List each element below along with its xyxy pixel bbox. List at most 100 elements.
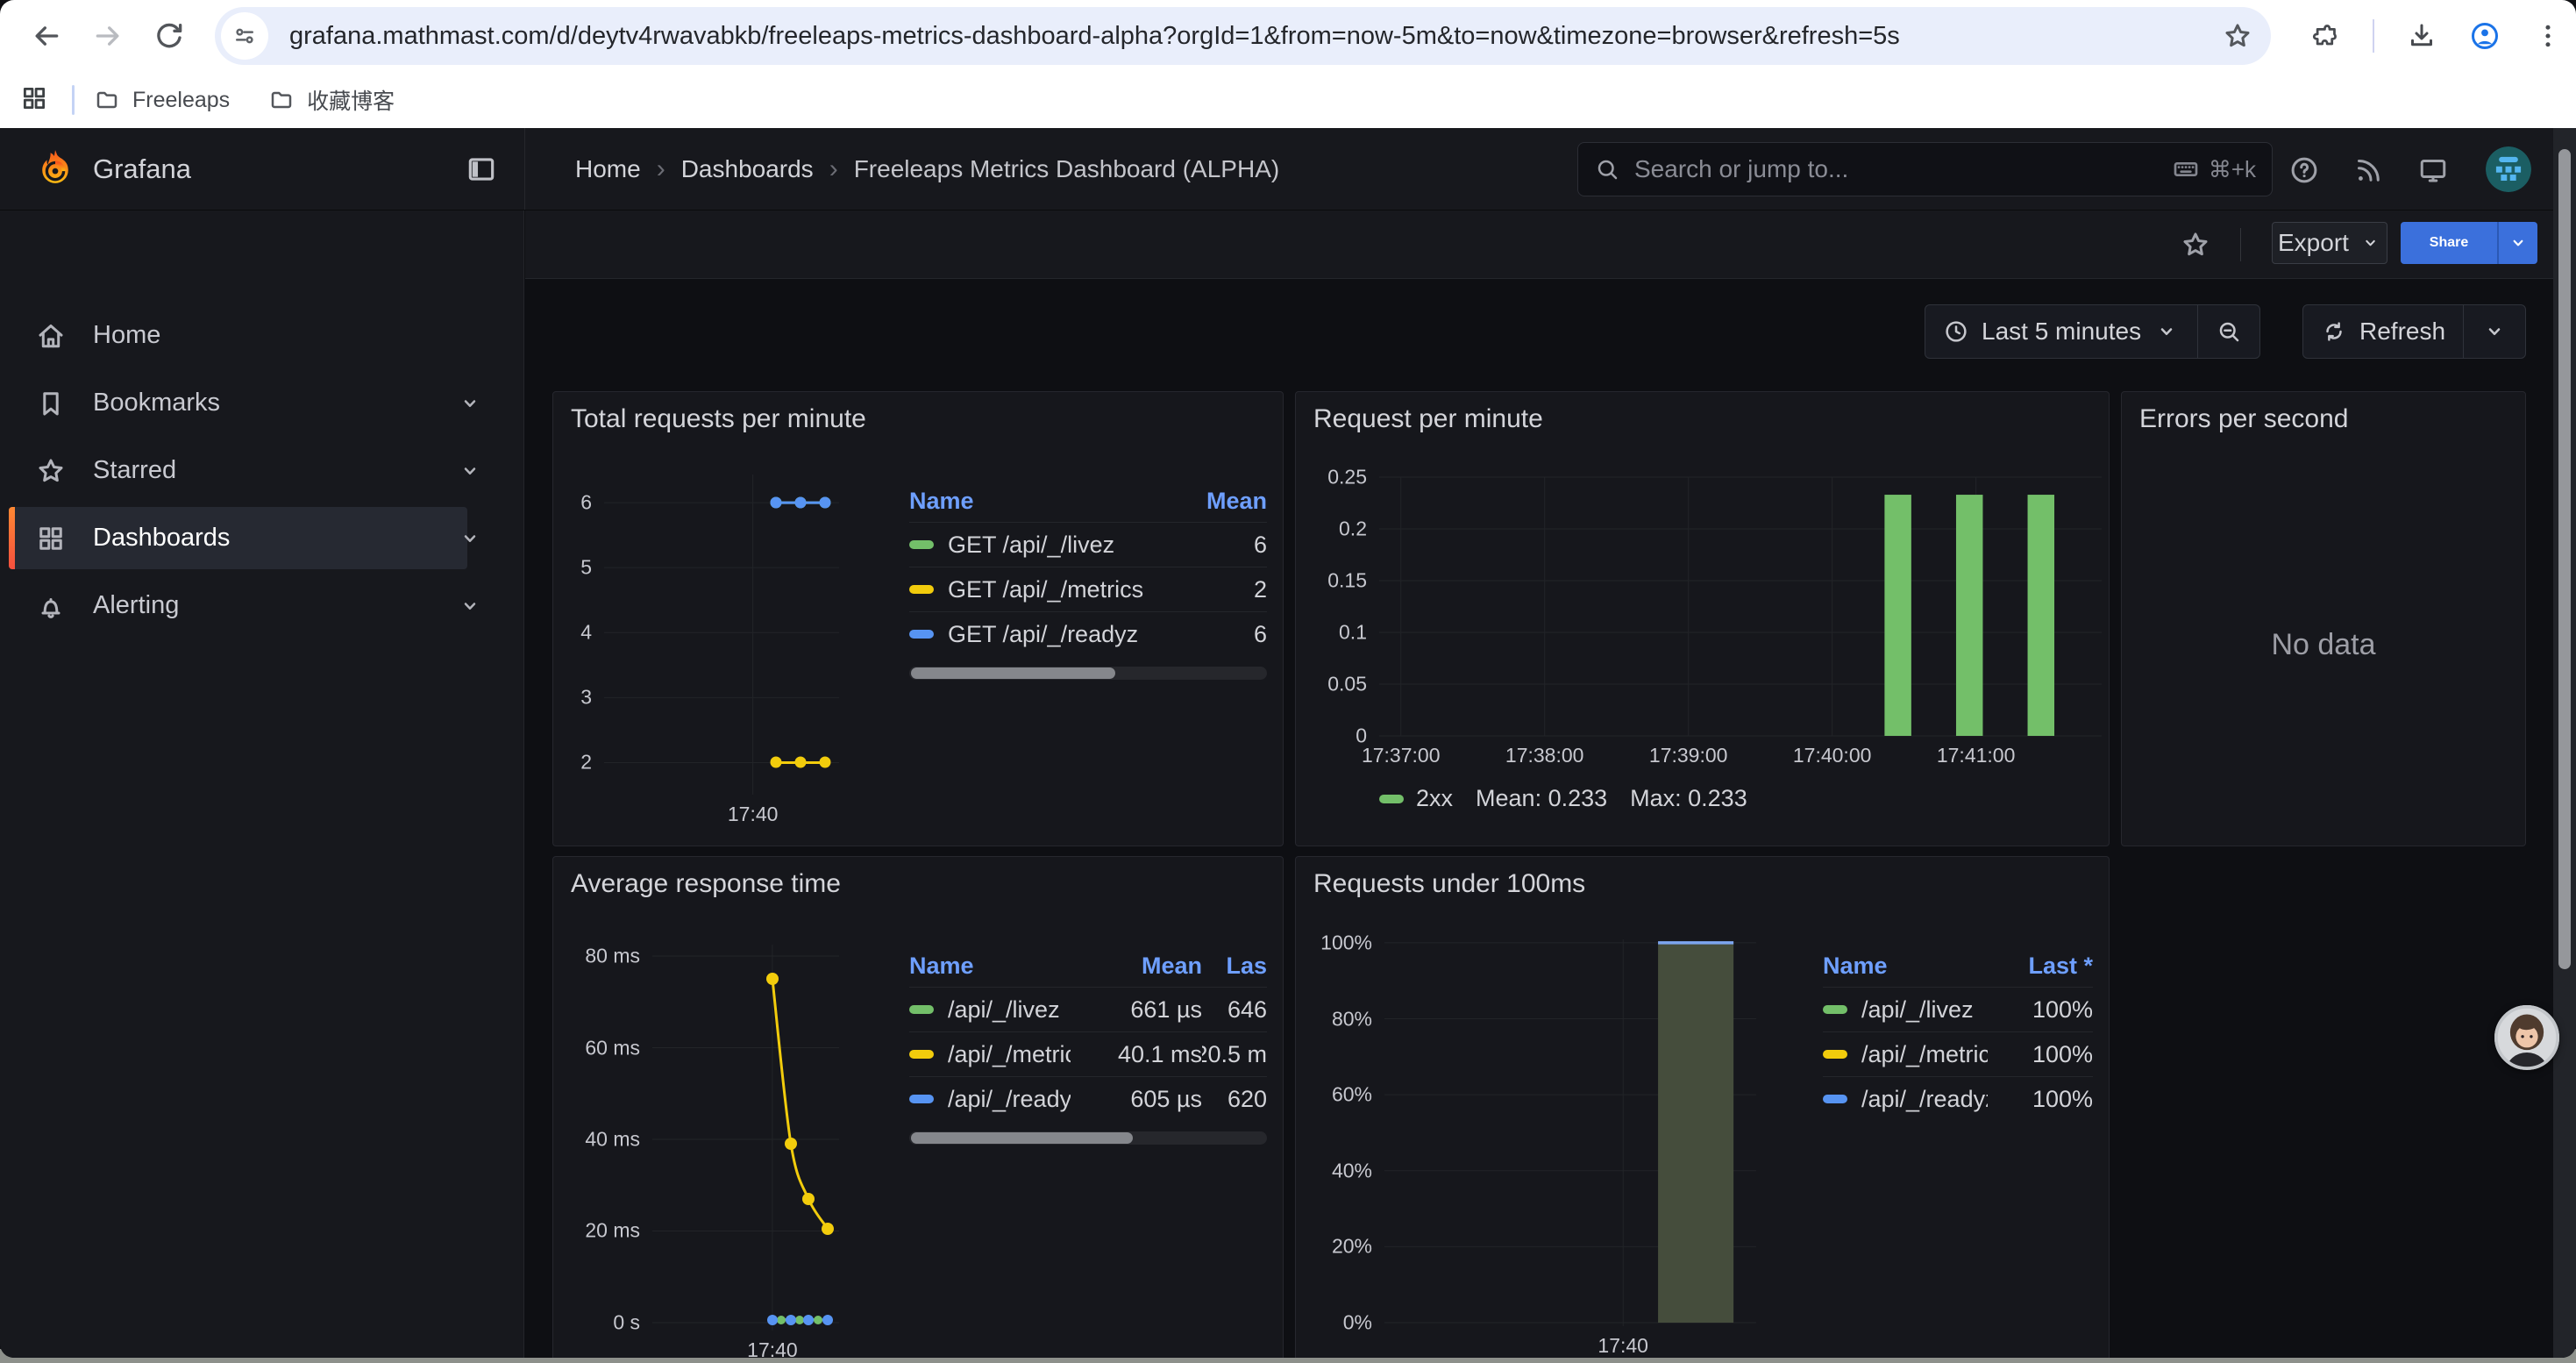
legend-series-name[interactable]: /api/_/livez: [1823, 988, 1988, 1031]
legend-series-name[interactable]: GET /api/_/livez: [909, 523, 1188, 567]
page-scrollbar[interactable]: [2553, 128, 2576, 1358]
y-axis-tick: 0 s: [613, 1310, 640, 1334]
legend-column-header[interactable]: Name: [909, 480, 1188, 522]
chevron-down-icon[interactable]: [457, 593, 483, 619]
breadcrumb-item[interactable]: Dashboards: [681, 155, 814, 183]
legend-scrollbar-thumb[interactable]: [911, 667, 1115, 679]
refresh-interval-chevron[interactable]: [2464, 305, 2525, 358]
bookmark-folder[interactable]: Freeleaps: [94, 87, 230, 113]
legend-pill[interactable]: [909, 1095, 934, 1103]
legend-pill[interactable]: [909, 1005, 934, 1014]
legend-table: NameMeanLas/api/_/livez661 µs646/api/_/m…: [909, 945, 1267, 1121]
area-chart[interactable]: 100%80%60%40%20%0%17:40: [1384, 939, 1756, 1326]
panel-title[interactable]: Total requests per minute: [571, 404, 866, 434]
legend-series-name[interactable]: /api/_/livez: [909, 988, 1071, 1031]
legend-column-header[interactable]: Mean: [1188, 480, 1267, 522]
legend-pill[interactable]: [909, 585, 934, 594]
legend-pill[interactable]: [1823, 1050, 1847, 1059]
kiosk-monitor-icon[interactable]: [2411, 148, 2455, 192]
legend-text: 40.1 ms: [1118, 1041, 1202, 1068]
line-chart[interactable]: 80 ms60 ms40 ms20 ms0 s17:40: [652, 945, 839, 1331]
data-point: [766, 973, 779, 985]
legend-column-header[interactable]: Name: [1823, 945, 1988, 987]
legend-series-name[interactable]: /api/_/metrics: [1823, 1032, 1988, 1076]
legend-value: 6: [1188, 612, 1267, 656]
profile-icon[interactable]: [2469, 20, 2501, 52]
help-icon[interactable]: [2282, 148, 2326, 192]
legend-pill[interactable]: [1823, 1005, 1847, 1014]
y-axis-tick: 4: [580, 621, 592, 645]
user-avatar[interactable]: [2486, 146, 2531, 192]
legend-column-header[interactable]: Mean: [1071, 945, 1202, 987]
extensions-icon[interactable]: [2309, 20, 2341, 52]
breadcrumb-separator: ›: [829, 154, 838, 184]
panel-title[interactable]: Requests under 100ms: [1313, 869, 1585, 899]
panel-title[interactable]: Errors per second: [2139, 404, 2348, 434]
site-settings-icon[interactable]: [221, 12, 268, 60]
breadcrumb-item[interactable]: Home: [575, 155, 641, 183]
floating-avatar[interactable]: [2494, 1005, 2559, 1070]
panel-title[interactable]: Request per minute: [1313, 404, 1543, 434]
grafana-logo[interactable]: [33, 147, 77, 191]
line-chart[interactable]: 6543217:40: [604, 475, 839, 795]
y-axis-tick: 2: [580, 751, 592, 774]
legend-scrollbar[interactable]: [909, 1131, 1267, 1145]
legend-scrollbar-thumb[interactable]: [911, 1132, 1133, 1144]
dock-menu-icon[interactable]: [465, 153, 498, 190]
y-axis-tick: 3: [580, 686, 592, 710]
brand-name[interactable]: Grafana: [93, 153, 191, 185]
address-bar[interactable]: grafana.mathmast.com/d/deytv4rwavabkb/fr…: [215, 7, 2271, 65]
sidebar-item-bookmarks[interactable]: Bookmarks: [0, 369, 523, 437]
sidebar-item-home[interactable]: Home: [0, 302, 523, 369]
legend-series-name[interactable]: /api/_/metrics: [909, 1032, 1071, 1076]
news-rss-icon[interactable]: [2346, 148, 2390, 192]
legend-series-name[interactable]: /api/_/readyz: [909, 1077, 1071, 1121]
forward-icon[interactable]: [86, 14, 130, 58]
legend-pill[interactable]: [909, 1050, 934, 1059]
legend-scrollbar[interactable]: [909, 667, 1267, 680]
chevron-down-icon[interactable]: [457, 458, 483, 484]
data-point: [785, 1138, 797, 1150]
chevron-down-icon[interactable]: [457, 525, 483, 552]
panel-title[interactable]: Average response time: [571, 869, 841, 899]
legend-pill[interactable]: [909, 630, 934, 639]
chevron-down-icon[interactable]: [457, 390, 483, 417]
refresh-button[interactable]: Refresh: [2303, 305, 2463, 358]
sidebar-item-starred[interactable]: Starred: [0, 437, 523, 504]
share-button-label[interactable]: Share: [2401, 222, 2499, 264]
legend-column-header[interactable]: Name: [909, 945, 1071, 987]
favorite-dashboard-star-icon[interactable]: [2174, 223, 2217, 267]
share-chevron-icon[interactable]: [2499, 222, 2537, 264]
download-icon[interactable]: [2406, 20, 2437, 52]
legend-text: /api/_/metrics: [1861, 1041, 1988, 1068]
search-input[interactable]: [1633, 154, 2172, 184]
share-button[interactable]: Share: [2401, 222, 2537, 264]
reload-icon[interactable]: [147, 14, 191, 58]
back-icon[interactable]: [25, 14, 68, 58]
bar-chart[interactable]: 0.250.20.150.10.05017:37:0017:38:0017:39…: [1379, 477, 2102, 736]
url-text[interactable]: grafana.mathmast.com/d/deytv4rwavabkb/fr…: [289, 22, 2211, 51]
legend-text: 20.5 m: [1202, 1041, 1267, 1068]
export-button[interactable]: Export: [2272, 222, 2387, 264]
scrollbar-thumb[interactable]: [2558, 149, 2571, 969]
legend-series-name[interactable]: GET /api/_/readyz: [909, 612, 1188, 656]
legend-series-name[interactable]: /api/_/readyz: [1823, 1077, 1988, 1121]
sidebar-item-dashboards[interactable]: Dashboards: [0, 504, 523, 572]
legend-series-label[interactable]: 2xx: [1416, 785, 1453, 812]
bookmark-folder[interactable]: 收藏博客: [268, 84, 395, 116]
time-range-button[interactable]: Last 5 minutes: [1925, 305, 2197, 358]
legend-column-header[interactable]: Last *: [1988, 945, 2093, 987]
zoom-out-time-button[interactable]: [2198, 305, 2259, 358]
bookmark-icon: [35, 388, 67, 419]
apps-grid-icon[interactable]: [19, 83, 49, 118]
bookmark-star-icon[interactable]: [2211, 10, 2264, 62]
legend-pill[interactable]: [1823, 1095, 1847, 1103]
browser-menu-icon[interactable]: [2532, 20, 2564, 52]
search-box[interactable]: ⌘+k: [1577, 142, 2273, 196]
legend-series-name[interactable]: GET /api/_/metrics: [909, 567, 1188, 611]
legend-pill[interactable]: [909, 540, 934, 549]
legend-column-header[interactable]: Las: [1202, 945, 1267, 987]
breadcrumb-item[interactable]: Freeleaps Metrics Dashboard (ALPHA): [854, 155, 1280, 183]
sidebar-item-alerting[interactable]: Alerting: [0, 572, 523, 639]
data-point: [795, 757, 807, 768]
